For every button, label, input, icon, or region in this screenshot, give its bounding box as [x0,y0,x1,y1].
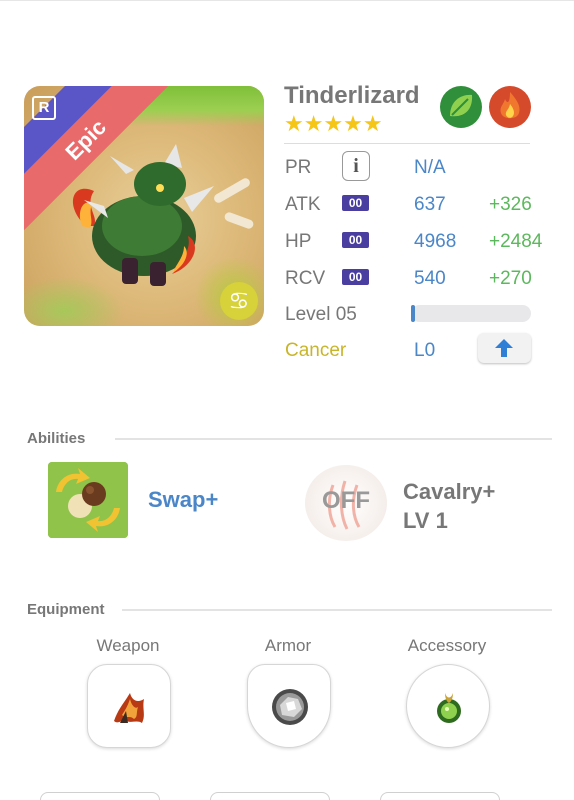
rcv-plus-badge: 00 [342,269,369,285]
cancer-zodiac-icon: ♋ [220,282,258,320]
active-ability-name[interactable]: Swap+ [148,487,218,513]
zodiac-level: L0 [414,340,436,361]
passive-off-label: OFF [322,487,370,514]
passive-ability-icon[interactable]: OFF [305,465,387,541]
fire-element-icon [489,86,531,128]
level-progress-fill [411,305,415,322]
bottom-button-row [40,792,540,800]
rcv-label: RCV [285,268,326,289]
equipment-divider [122,609,552,611]
hp-bonus: +2484 [489,231,543,252]
swap-ability-icon[interactable] [48,462,128,538]
bottom-button[interactable] [210,792,330,800]
atk-value: 637 [414,194,446,215]
top-divider [0,0,574,1]
level-progress-bar [411,305,531,322]
zodiac-label: Cancer [285,340,347,361]
atk-bonus: +326 [489,194,532,215]
pr-label: PR [285,157,312,178]
abilities-section-title: Abilities [27,430,86,447]
passive-name-line1: Cavalry+ [403,479,496,504]
armor-slot[interactable] [247,664,331,748]
passive-ability-name: Cavalry+ LV 1 [403,477,495,535]
bottom-button[interactable] [40,792,160,800]
hp-label: HP [285,231,312,252]
zodiac-upgrade-button[interactable] [478,333,531,363]
armor-rock-icon [272,689,308,725]
leaf-element-icon [440,86,482,128]
info-button[interactable]: i [342,151,370,181]
hp-plus-badge: 00 [342,232,369,248]
weapon-label: Weapon [96,636,160,655]
accessory-label: Accessory [407,636,487,655]
accessory-slot[interactable] [406,664,490,748]
star-rating: ★★★★★ [284,111,383,136]
rcv-value: 540 [414,268,446,289]
rcv-bonus: +270 [489,268,532,289]
bottom-button[interactable] [380,792,500,800]
atk-label: ATK [285,194,321,215]
atk-plus-badge: 00 [342,195,369,211]
monster-name: Tinderlizard [284,82,420,109]
header-divider [284,143,530,144]
weapon-slot[interactable] [87,664,171,748]
pr-value: N/A [414,157,446,178]
armor-label: Armor [264,636,312,655]
weapon-flame-icon [114,693,144,723]
accessory-charm-icon [437,693,461,723]
abilities-divider [115,438,552,440]
up-arrow-icon [495,339,513,357]
monster-card-image[interactable]: Epic R ♋ [24,86,264,326]
level-label: Level 05 [285,304,357,325]
equipment-section-title: Equipment [27,601,105,618]
hp-value: 4968 [414,231,457,252]
r-badge-icon: R [32,96,56,120]
passive-name-line2: LV 1 [403,508,448,533]
